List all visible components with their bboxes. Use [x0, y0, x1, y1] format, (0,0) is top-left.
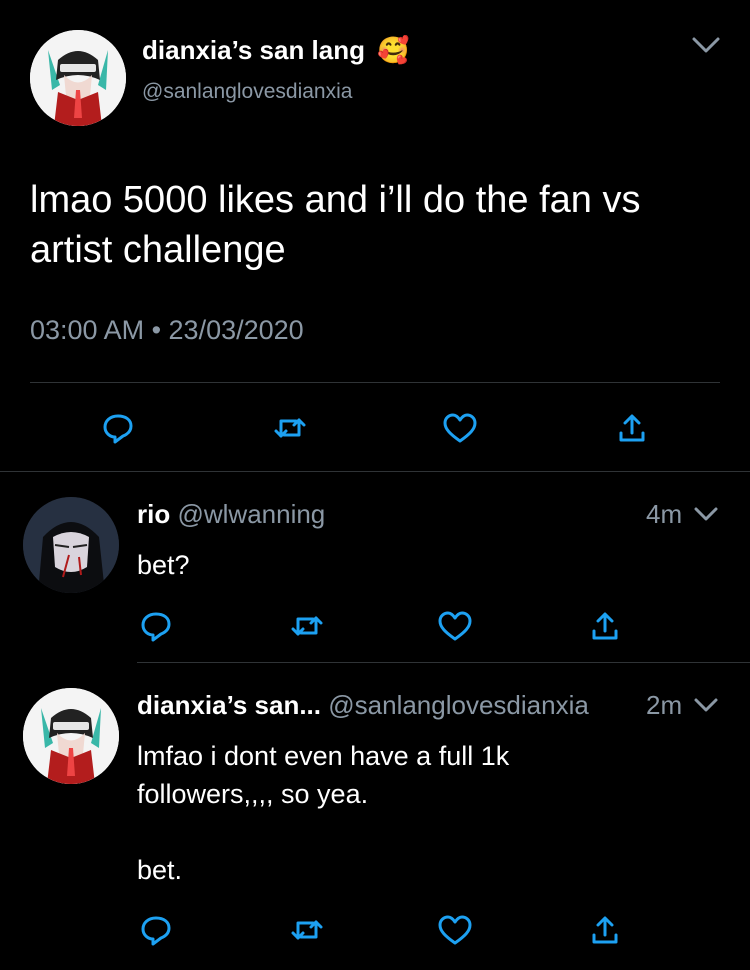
reply-icon	[141, 916, 171, 946]
smiling-face-hearts-emoji: 🥰	[377, 35, 410, 65]
heart-icon	[438, 915, 472, 945]
share-icon	[592, 916, 618, 944]
reply-handle[interactable]: @wlwanning	[177, 499, 325, 529]
reply-avatar-dianxia[interactable]	[23, 688, 119, 784]
reply-text-blank-line	[137, 813, 509, 851]
reply-button[interactable]	[136, 910, 176, 950]
like-button[interactable]	[435, 606, 475, 646]
reply-text-line: bet.	[137, 855, 183, 885]
reply-text-line: bet?	[137, 550, 190, 580]
reply-handle[interactable]: @sanlanglovesdianxia	[328, 690, 589, 720]
share-button[interactable]	[585, 910, 625, 950]
main-tweet-text-line: lmao 5000 likes and i’ll do the fan vs	[30, 179, 641, 221]
retweet-icon	[291, 616, 323, 636]
share-button[interactable]	[585, 606, 625, 646]
reply-display-name[interactable]: dianxia’s san...	[137, 690, 321, 720]
reply-text: bet?	[137, 547, 190, 583]
reply-button[interactable]	[98, 408, 138, 448]
reply-button[interactable]	[136, 606, 176, 646]
heart-icon	[443, 413, 477, 443]
share-icon	[619, 414, 645, 442]
retweet-icon	[274, 418, 306, 438]
reply-text-line: followers,,,, so yea.	[137, 779, 369, 809]
reply-time[interactable]: 2m	[646, 690, 682, 721]
like-button[interactable]	[440, 408, 480, 448]
reply-icon	[103, 414, 133, 444]
main-tweet-text: lmao 5000 likes and i’ll do the fan vs a…	[30, 175, 640, 275]
heart-icon	[438, 611, 472, 641]
retweet-icon	[291, 920, 323, 940]
retweet-button[interactable]	[270, 408, 310, 448]
reply-menu-chevron-down-icon[interactable]	[692, 505, 720, 523]
reply-text: lmfao i dont even have a full 1k followe…	[137, 737, 509, 889]
main-tweet-menu-chevron-down-icon[interactable]	[690, 35, 722, 55]
reply-icon	[141, 612, 171, 642]
reply-menu-chevron-down-icon[interactable]	[692, 696, 720, 714]
thread-divider	[0, 471, 750, 472]
share-icon	[592, 612, 618, 640]
main-tweet-divider	[30, 382, 720, 383]
reply-text-line: lmfao i dont even have a full 1k	[137, 741, 510, 771]
reply-divider	[137, 662, 750, 663]
main-tweet-handle[interactable]: @sanlanglovesdianxia	[142, 80, 352, 104]
retweet-button[interactable]	[287, 910, 327, 950]
share-button[interactable]	[612, 408, 652, 448]
retweet-button[interactable]	[287, 606, 327, 646]
reply-display-name[interactable]: rio	[137, 499, 170, 529]
reply-avatar-rio[interactable]	[23, 497, 119, 593]
like-button[interactable]	[435, 910, 475, 950]
reply-time[interactable]: 4m	[646, 499, 682, 530]
main-tweet-avatar[interactable]	[30, 30, 126, 126]
main-tweet-display-name[interactable]: dianxia’s san lang	[142, 35, 365, 66]
main-tweet-timestamp: 03:00 AM • 23/03/2020	[30, 315, 304, 345]
main-tweet-text-line: artist challenge	[30, 229, 286, 271]
